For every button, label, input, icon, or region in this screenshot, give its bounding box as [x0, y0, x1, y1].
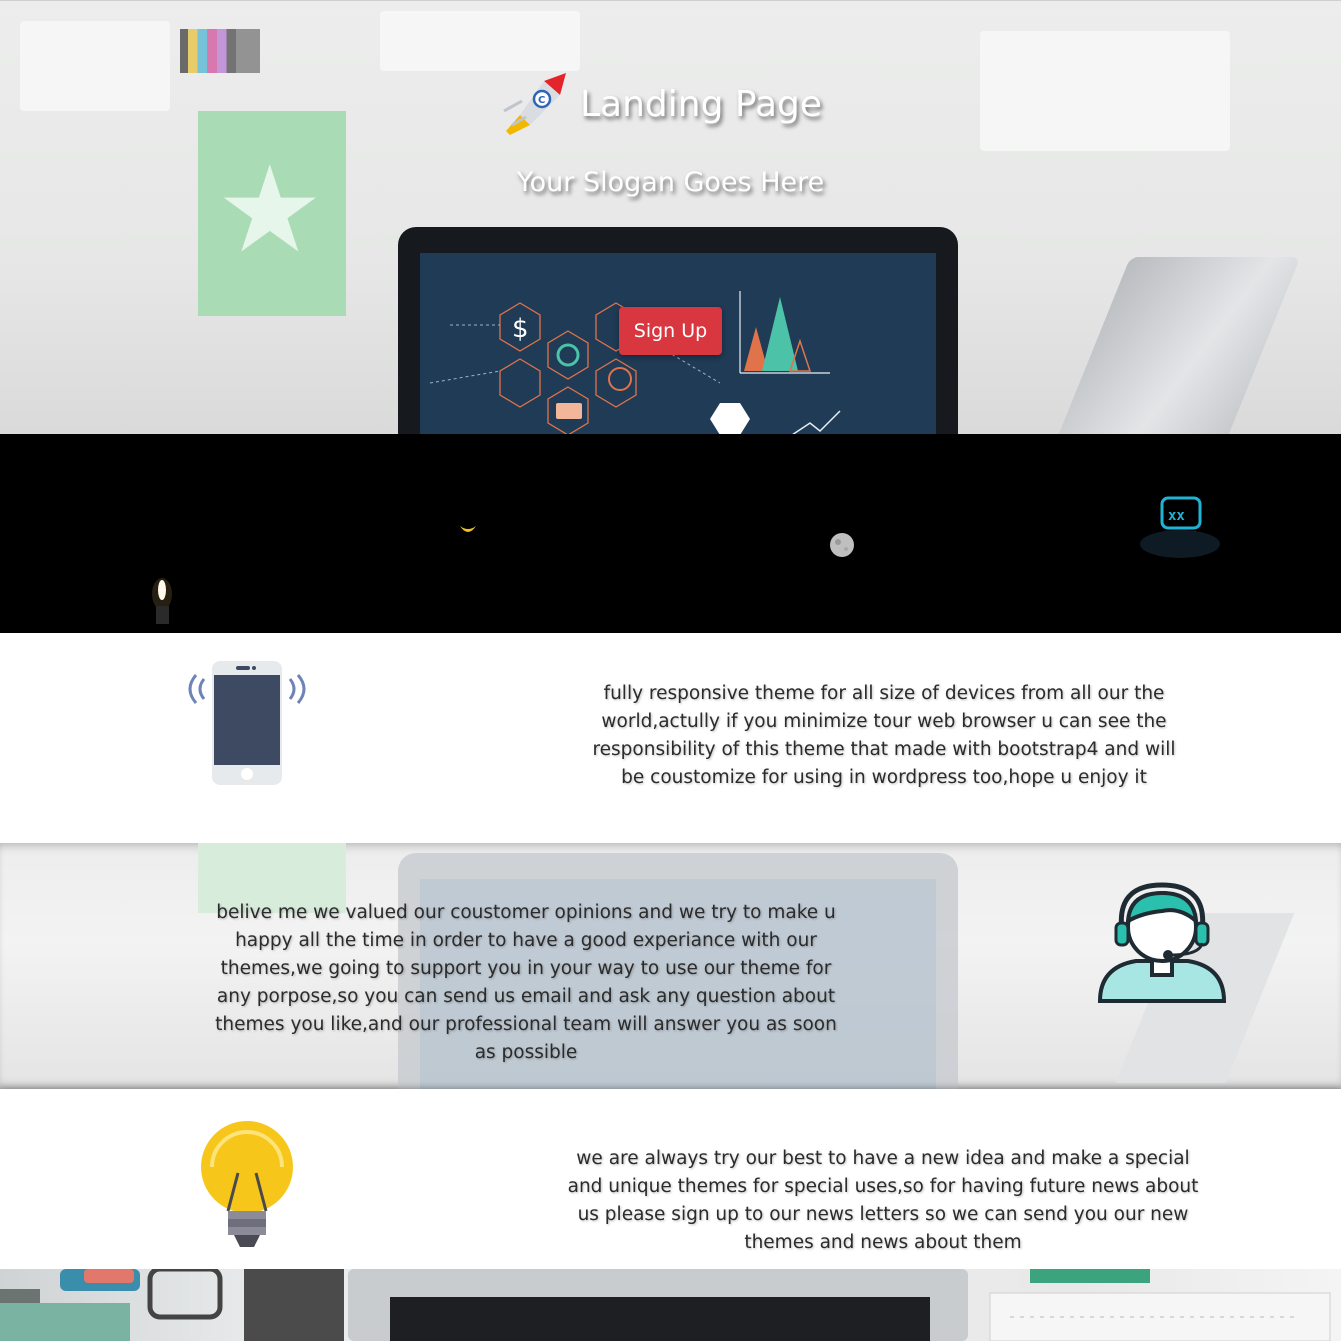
support-agent-icon: [1096, 881, 1228, 1009]
svg-text:C: C: [538, 95, 545, 106]
background-wall-panel: [20, 21, 170, 111]
background-star-poster: ★: [198, 111, 346, 316]
footer-desk-photo: [0, 1269, 1341, 1341]
feature-text: belive me we valued our coustomer opinio…: [215, 902, 837, 1063]
brand-title: Landing Page: [580, 83, 823, 125]
feature-row-support: belive me we valued our coustomer opinio…: [0, 843, 1341, 1089]
background-side-laptop: [1053, 257, 1301, 434]
background-color-swatches: [180, 29, 260, 73]
smartphone-icon: [180, 659, 314, 793]
brand[interactable]: C Landing Page: [500, 71, 822, 137]
svg-text:xx: xx: [1168, 508, 1185, 524]
hero-section: ★ $ C Landing Page Your Slogan Goes Here…: [0, 0, 1341, 434]
signup-button[interactable]: Sign Up: [619, 307, 722, 355]
slogan: Your Slogan Goes Here: [516, 167, 825, 198]
lightbulb-icon: [198, 1121, 296, 1257]
svg-text:$: $: [512, 314, 529, 344]
feature-text: we are always try our best to have a new…: [567, 1148, 1199, 1253]
night-scene-illustration: xx: [152, 496, 1220, 624]
feature-row-responsive: fully responsive theme for all size of d…: [0, 633, 1341, 843]
background-wall-panel: [980, 31, 1230, 151]
background-wall-panel: [380, 11, 580, 71]
desk-scene-illustration: [0, 1269, 1331, 1341]
rocket-logo-icon: C: [503, 73, 566, 135]
dark-night-banner: xx: [0, 434, 1341, 633]
feature-text: fully responsive theme for all size of d…: [592, 683, 1176, 788]
feature-row-newsletter: we are always try our best to have a new…: [0, 1089, 1341, 1269]
